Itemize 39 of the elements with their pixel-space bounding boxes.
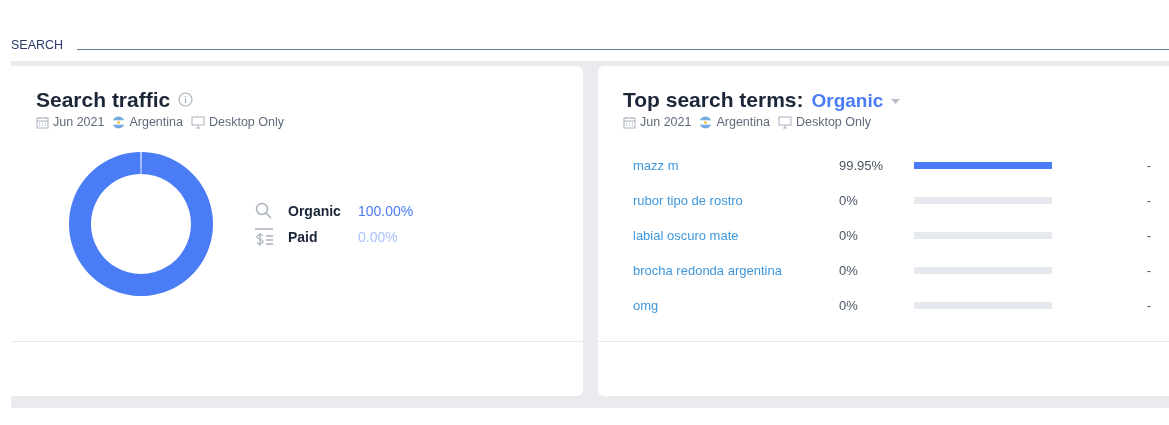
search-term-link[interactable]: labial oscuro mate [633,228,839,243]
share-value: 99.95% [839,158,885,173]
legend-label: Organic [288,203,342,219]
monitor-icon [777,115,792,129]
share-value: 0% [839,193,859,208]
info-icon[interactable] [178,92,194,107]
filter-dropdown[interactable]: Organic [811,90,901,112]
dollar-list-icon [254,227,274,247]
search-term-link[interactable]: rubor tipo de rostro [633,193,839,208]
date-label: Jun 2021 [53,115,105,129]
search-term-link[interactable]: mazz m [633,158,839,173]
calendar-icon [36,115,49,129]
share-value: 0% [839,298,859,313]
monitor-icon [190,115,205,129]
change-value: - [1146,228,1151,243]
change-value: - [1146,298,1151,313]
search-term-link[interactable]: brocha redonda argentina [633,263,839,278]
legend-value: 0.00% [358,229,398,245]
card-title: Top search terms: [623,88,804,112]
change-value: - [1146,193,1151,208]
country-label: Argentina [716,115,770,129]
calendar-icon [623,115,636,129]
search-term-link[interactable]: omg [633,298,839,313]
flag-icon [699,115,713,129]
search-icon [254,201,274,221]
date-label: Jun 2021 [640,115,692,129]
flag-icon [112,115,126,129]
device-label: Desktop Only [208,115,284,129]
change-value: - [1146,263,1151,278]
share-value: 0% [839,263,859,278]
country-label: Argentina [129,115,183,129]
section-label: SEARCH [11,38,64,52]
share-value: 0% [839,228,859,243]
caret-icon [891,98,901,104]
card-title: Search traffic [36,88,171,112]
legend-label: Paid [288,229,319,245]
legend-value: 100.00% [358,203,414,219]
change-value: - [1146,158,1151,173]
device-label: Desktop Only [795,115,871,129]
